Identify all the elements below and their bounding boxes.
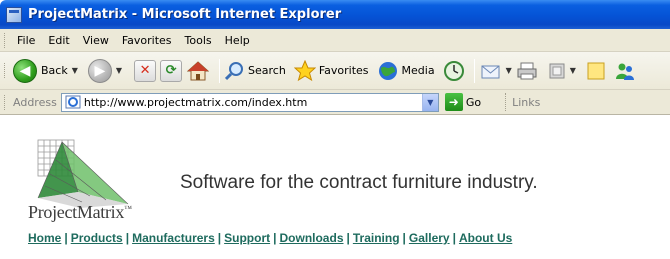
messenger-button[interactable] (614, 56, 636, 86)
page-content: ProjectMatrix™ Software for the contract… (0, 116, 670, 259)
discuss-button[interactable] (586, 56, 606, 86)
toolbar-grip[interactable] (4, 63, 7, 78)
discuss-note-icon (587, 62, 605, 79)
nav-separator: | (64, 231, 68, 245)
nav-link-support[interactable]: Support (224, 231, 270, 245)
history-clock-icon (443, 60, 464, 81)
search-label: Search (248, 64, 286, 77)
forward-arrow-icon: ▶ (87, 58, 112, 83)
print-icon (517, 62, 537, 79)
forward-dropdown-icon[interactable]: ▼ (116, 66, 122, 75)
menu-view[interactable]: View (79, 34, 118, 47)
site-navigation: Home | Products | Manufacturers | Support | Down… (28, 231, 512, 245)
title-bar: ProjectMatrix - Microsoft Internet Explo… (0, 0, 670, 29)
nav-link-downloads[interactable]: Downloads (279, 231, 343, 245)
back-button[interactable]: ◀ Back ▼ (13, 56, 78, 86)
stop-icon: ✕ (134, 59, 157, 82)
address-dropdown-icon[interactable]: ▼ (421, 93, 438, 111)
address-input[interactable]: http://www.projectmatrix.com/index.htm ▼ (60, 92, 439, 112)
back-label: Back (41, 64, 68, 77)
go-button[interactable]: ➜ Go (444, 93, 482, 111)
home-button[interactable] (186, 56, 210, 86)
nav-link-home[interactable]: Home (28, 231, 61, 245)
mail-dropdown-icon[interactable]: ▼ (506, 66, 512, 75)
links-grip[interactable] (505, 93, 507, 111)
favorites-button[interactable]: Favorites (293, 59, 369, 82)
search-icon (225, 61, 244, 80)
favorites-star-icon (293, 59, 316, 81)
trademark-symbol: ™ (124, 204, 132, 213)
stop-button[interactable]: ✕ (134, 56, 157, 86)
mail-button[interactable]: ▼ (480, 56, 512, 86)
menu-tools[interactable]: Tools (181, 34, 221, 47)
print-button[interactable] (516, 56, 538, 86)
mail-icon (481, 65, 500, 78)
nav-separator: | (452, 231, 456, 245)
forward-button[interactable]: ▶ ▼ (87, 56, 122, 86)
site-tagline: Software for the contract furniture indu… (180, 172, 538, 193)
media-button[interactable]: Media (377, 60, 435, 82)
back-dropdown-icon[interactable]: ▼ (72, 66, 78, 75)
history-button[interactable] (443, 56, 465, 86)
search-button[interactable]: Search (225, 61, 286, 81)
edit-page-button[interactable]: ▼ (548, 56, 576, 86)
edit-page-icon (549, 63, 565, 78)
nav-separator: | (125, 231, 130, 245)
logo-text: ProjectMatrix (28, 202, 125, 222)
logo-wordmark: ProjectMatrix™ (28, 202, 132, 223)
menu-favorites[interactable]: Favorites (118, 34, 181, 47)
media-label: Media (401, 64, 435, 77)
menu-help[interactable]: Help (221, 34, 259, 47)
toolbar-separator (219, 58, 221, 83)
page-ie-icon (65, 95, 81, 109)
address-url: http://www.projectmatrix.com/index.htm (83, 95, 308, 109)
address-bar: Address http://www.projectmatrix.com/ind… (0, 90, 670, 115)
menu-file[interactable]: File (13, 34, 44, 47)
standard-toolbar: ◀ Back ▼ ▶ ▼ ✕ ⟳ Search Favorites Media … (0, 52, 670, 90)
favorites-label: Favorites (318, 64, 369, 77)
home-icon (186, 60, 210, 82)
nav-link-products[interactable]: Products (71, 231, 123, 245)
go-label: Go (465, 95, 482, 109)
back-arrow-icon: ◀ (13, 58, 37, 83)
nav-link-training[interactable]: Training (353, 231, 400, 245)
address-grip[interactable] (4, 94, 7, 110)
menu-edit[interactable]: Edit (44, 34, 78, 47)
menu-bar: File Edit View Favorites Tools Help (0, 29, 670, 52)
toolbar-separator (473, 58, 475, 83)
address-label: Address (13, 95, 57, 109)
nav-separator: | (217, 231, 222, 245)
messenger-people-icon (615, 63, 634, 80)
media-globe-icon (378, 61, 397, 80)
ie-window-icon[interactable] (6, 6, 22, 23)
links-label[interactable]: Links (512, 96, 540, 109)
refresh-button[interactable]: ⟳ (160, 56, 183, 86)
edit-dropdown-icon[interactable]: ▼ (570, 66, 576, 75)
nav-link-manufacturers[interactable]: Manufacturers (132, 231, 215, 245)
nav-separator: | (346, 231, 350, 245)
nav-separator: | (402, 231, 406, 245)
window-title: ProjectMatrix - Microsoft Internet Explo… (28, 7, 342, 22)
menu-grip[interactable] (4, 32, 7, 48)
refresh-icon: ⟳ (160, 59, 183, 82)
nav-link-about-us[interactable]: About Us (459, 231, 512, 245)
go-arrow-icon: ➜ (444, 93, 463, 111)
nav-link-gallery[interactable]: Gallery (409, 231, 450, 245)
